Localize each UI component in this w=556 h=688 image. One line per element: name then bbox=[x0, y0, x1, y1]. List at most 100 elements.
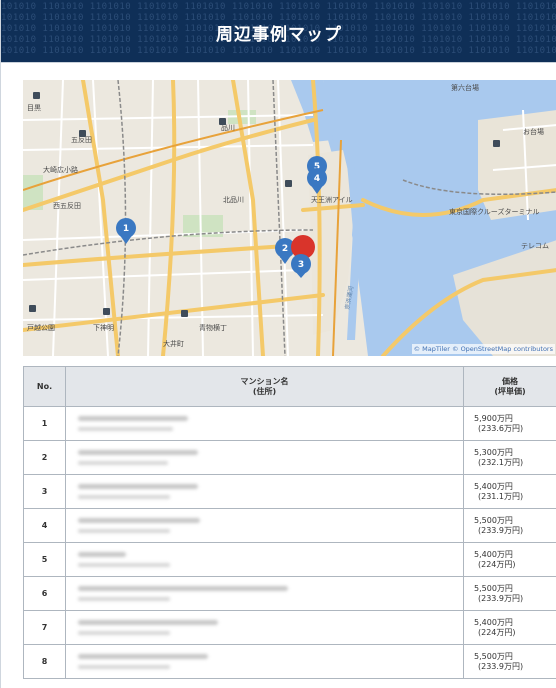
table-row: 8 5,500万円 (233.9万円) bbox=[23, 644, 556, 679]
row-name-redacted bbox=[65, 406, 464, 441]
row-name-redacted bbox=[65, 542, 464, 577]
label-togoshi: 戸越公園 bbox=[27, 323, 55, 332]
label-oimachi: 大井町 bbox=[163, 339, 184, 348]
row-name-redacted bbox=[65, 576, 464, 611]
label-terecomu: テレコム bbox=[521, 242, 549, 250]
header-name: マンション名 (住所) bbox=[65, 366, 464, 407]
page: 101010 1101010 1101010 1101010 1101010 1… bbox=[0, 0, 556, 688]
row-no: 7 bbox=[23, 610, 66, 645]
row-price: 5,900万円 (233.6万円) bbox=[463, 406, 556, 441]
table-row: 5 5,400万円 (224万円) bbox=[23, 542, 556, 577]
label-osaki: 大崎広小路 bbox=[43, 165, 78, 174]
row-no: 1 bbox=[23, 406, 66, 441]
tsubo-value: (232.1万円) bbox=[478, 457, 524, 467]
row-no: 2 bbox=[23, 440, 66, 475]
label-nishigotanda: 西五反田 bbox=[53, 201, 81, 210]
cases-table-wrapper: No. マンション名 (住所) 価格 (坪単価) 1 5,900万円 (233.6… bbox=[23, 366, 556, 679]
row-no: 4 bbox=[23, 508, 66, 543]
row-name-redacted bbox=[65, 474, 464, 509]
price-value: 5,300万円 bbox=[474, 447, 513, 457]
header-banner: 101010 1101010 1101010 1101010 1101010 1… bbox=[1, 0, 556, 62]
row-price: 5,400万円 (224万円) bbox=[463, 542, 556, 577]
header-name-line1: マンション名 bbox=[240, 376, 289, 386]
row-name-redacted bbox=[65, 610, 464, 645]
redacted-name bbox=[78, 416, 188, 421]
table-row: 3 5,400万円 (231.1万円) bbox=[23, 474, 556, 509]
header-price-line1: 価格 bbox=[502, 376, 518, 386]
nearby-cases-map[interactable]: 第六台場 五反田 大崎広小路 西五反田 品川 北品川 天王洲アイル 東京国際クル… bbox=[23, 80, 556, 356]
row-no: 6 bbox=[23, 576, 66, 611]
redacted-address bbox=[78, 563, 170, 567]
row-no: 3 bbox=[23, 474, 66, 509]
map-attribution[interactable]: © MapTiler © OpenStreetMap contributors bbox=[411, 344, 555, 354]
redacted-name bbox=[78, 552, 126, 557]
row-no: 5 bbox=[23, 542, 66, 577]
redacted-address bbox=[78, 597, 170, 601]
header-price-line2: (坪単価) bbox=[494, 386, 526, 396]
row-price: 5,300万円 (232.1万円) bbox=[463, 440, 556, 475]
label-aomono: 青物横丁 bbox=[199, 323, 227, 332]
label-odaiba: お台場 bbox=[523, 127, 544, 136]
pattern-line: 101010 1101010 1101010 1101010 1101010 1… bbox=[1, 2, 556, 12]
redacted-name bbox=[78, 654, 208, 659]
svg-text:4: 4 bbox=[314, 174, 320, 184]
table-row: 2 5,300万円 (232.1万円) bbox=[23, 440, 556, 475]
row-no: 8 bbox=[23, 644, 66, 679]
label-shinagawa: 品川 bbox=[221, 124, 235, 132]
header-no: No. bbox=[23, 366, 66, 407]
tsubo-value: (233.6万円) bbox=[478, 423, 524, 433]
row-price: 5,500万円 (233.9万円) bbox=[463, 576, 556, 611]
table-row: 6 5,500万円 (233.9万円) bbox=[23, 576, 556, 611]
row-price: 5,400万円 (224万円) bbox=[463, 610, 556, 645]
redacted-name bbox=[78, 518, 200, 523]
row-name-redacted bbox=[65, 644, 464, 679]
label-daiba: 第六台場 bbox=[451, 83, 479, 92]
redacted-name bbox=[78, 484, 198, 489]
row-price: 5,400万円 (231.1万円) bbox=[463, 474, 556, 509]
tsubo-value: (224万円) bbox=[478, 627, 516, 637]
redacted-address bbox=[78, 529, 170, 533]
table-header-row: No. マンション名 (住所) 価格 (坪単価) bbox=[23, 366, 556, 407]
tsubo-value: (224万円) bbox=[478, 559, 516, 569]
price-value: 5,400万円 bbox=[474, 617, 513, 627]
cases-table: No. マンション名 (住所) 価格 (坪単価) 1 5,900万円 (233.6… bbox=[23, 366, 556, 679]
redacted-name bbox=[78, 450, 198, 455]
svg-text:1: 1 bbox=[123, 224, 129, 234]
tsubo-value: (231.1万円) bbox=[478, 491, 524, 501]
label-shimoshinmei: 下神明 bbox=[93, 323, 114, 332]
redacted-name bbox=[78, 620, 218, 625]
price-value: 5,500万円 bbox=[474, 651, 513, 661]
table-row: 1 5,900万円 (233.6万円) bbox=[23, 406, 556, 441]
price-value: 5,400万円 bbox=[474, 549, 513, 559]
row-name-redacted bbox=[65, 508, 464, 543]
redacted-address bbox=[78, 427, 173, 431]
pattern-line: 101010 1101010 1101010 1101010 1101010 1… bbox=[1, 46, 556, 56]
tsubo-value: (233.9万円) bbox=[478, 525, 524, 535]
header-name-line2: (住所) bbox=[252, 386, 277, 396]
price-value: 5,500万円 bbox=[474, 583, 513, 593]
tsubo-value: (233.9万円) bbox=[478, 661, 524, 671]
header-price: 価格 (坪単価) bbox=[463, 366, 556, 407]
table-row: 7 5,400万円 (224万円) bbox=[23, 610, 556, 645]
page-title: 周辺事例マップ bbox=[216, 25, 342, 45]
tsubo-value: (233.9万円) bbox=[478, 593, 524, 603]
row-price: 5,500万円 (233.9万円) bbox=[463, 644, 556, 679]
label-cruise-terminal: 東京国際クルーズターミナル bbox=[449, 207, 539, 216]
divider bbox=[1, 62, 556, 63]
redacted-address bbox=[78, 631, 170, 635]
price-value: 5,400万円 bbox=[474, 481, 513, 491]
redacted-address bbox=[78, 665, 170, 669]
label-tennozu: 天王洲アイル bbox=[311, 196, 353, 204]
label-meguro: 目黒 bbox=[27, 104, 41, 112]
price-value: 5,500万円 bbox=[474, 515, 513, 525]
row-price: 5,500万円 (233.9万円) bbox=[463, 508, 556, 543]
svg-text:2: 2 bbox=[282, 244, 288, 254]
row-name-redacted bbox=[65, 440, 464, 475]
redacted-address bbox=[78, 495, 170, 499]
svg-text:3: 3 bbox=[298, 260, 304, 270]
redacted-name bbox=[78, 586, 288, 591]
redacted-address bbox=[78, 461, 168, 465]
label-kitashinagawa: 北品川 bbox=[223, 196, 244, 204]
map-canvas[interactable]: 第六台場 五反田 大崎広小路 西五反田 品川 北品川 天王洲アイル 東京国際クル… bbox=[23, 80, 556, 356]
table-row: 4 5,500万円 (233.9万円) bbox=[23, 508, 556, 543]
